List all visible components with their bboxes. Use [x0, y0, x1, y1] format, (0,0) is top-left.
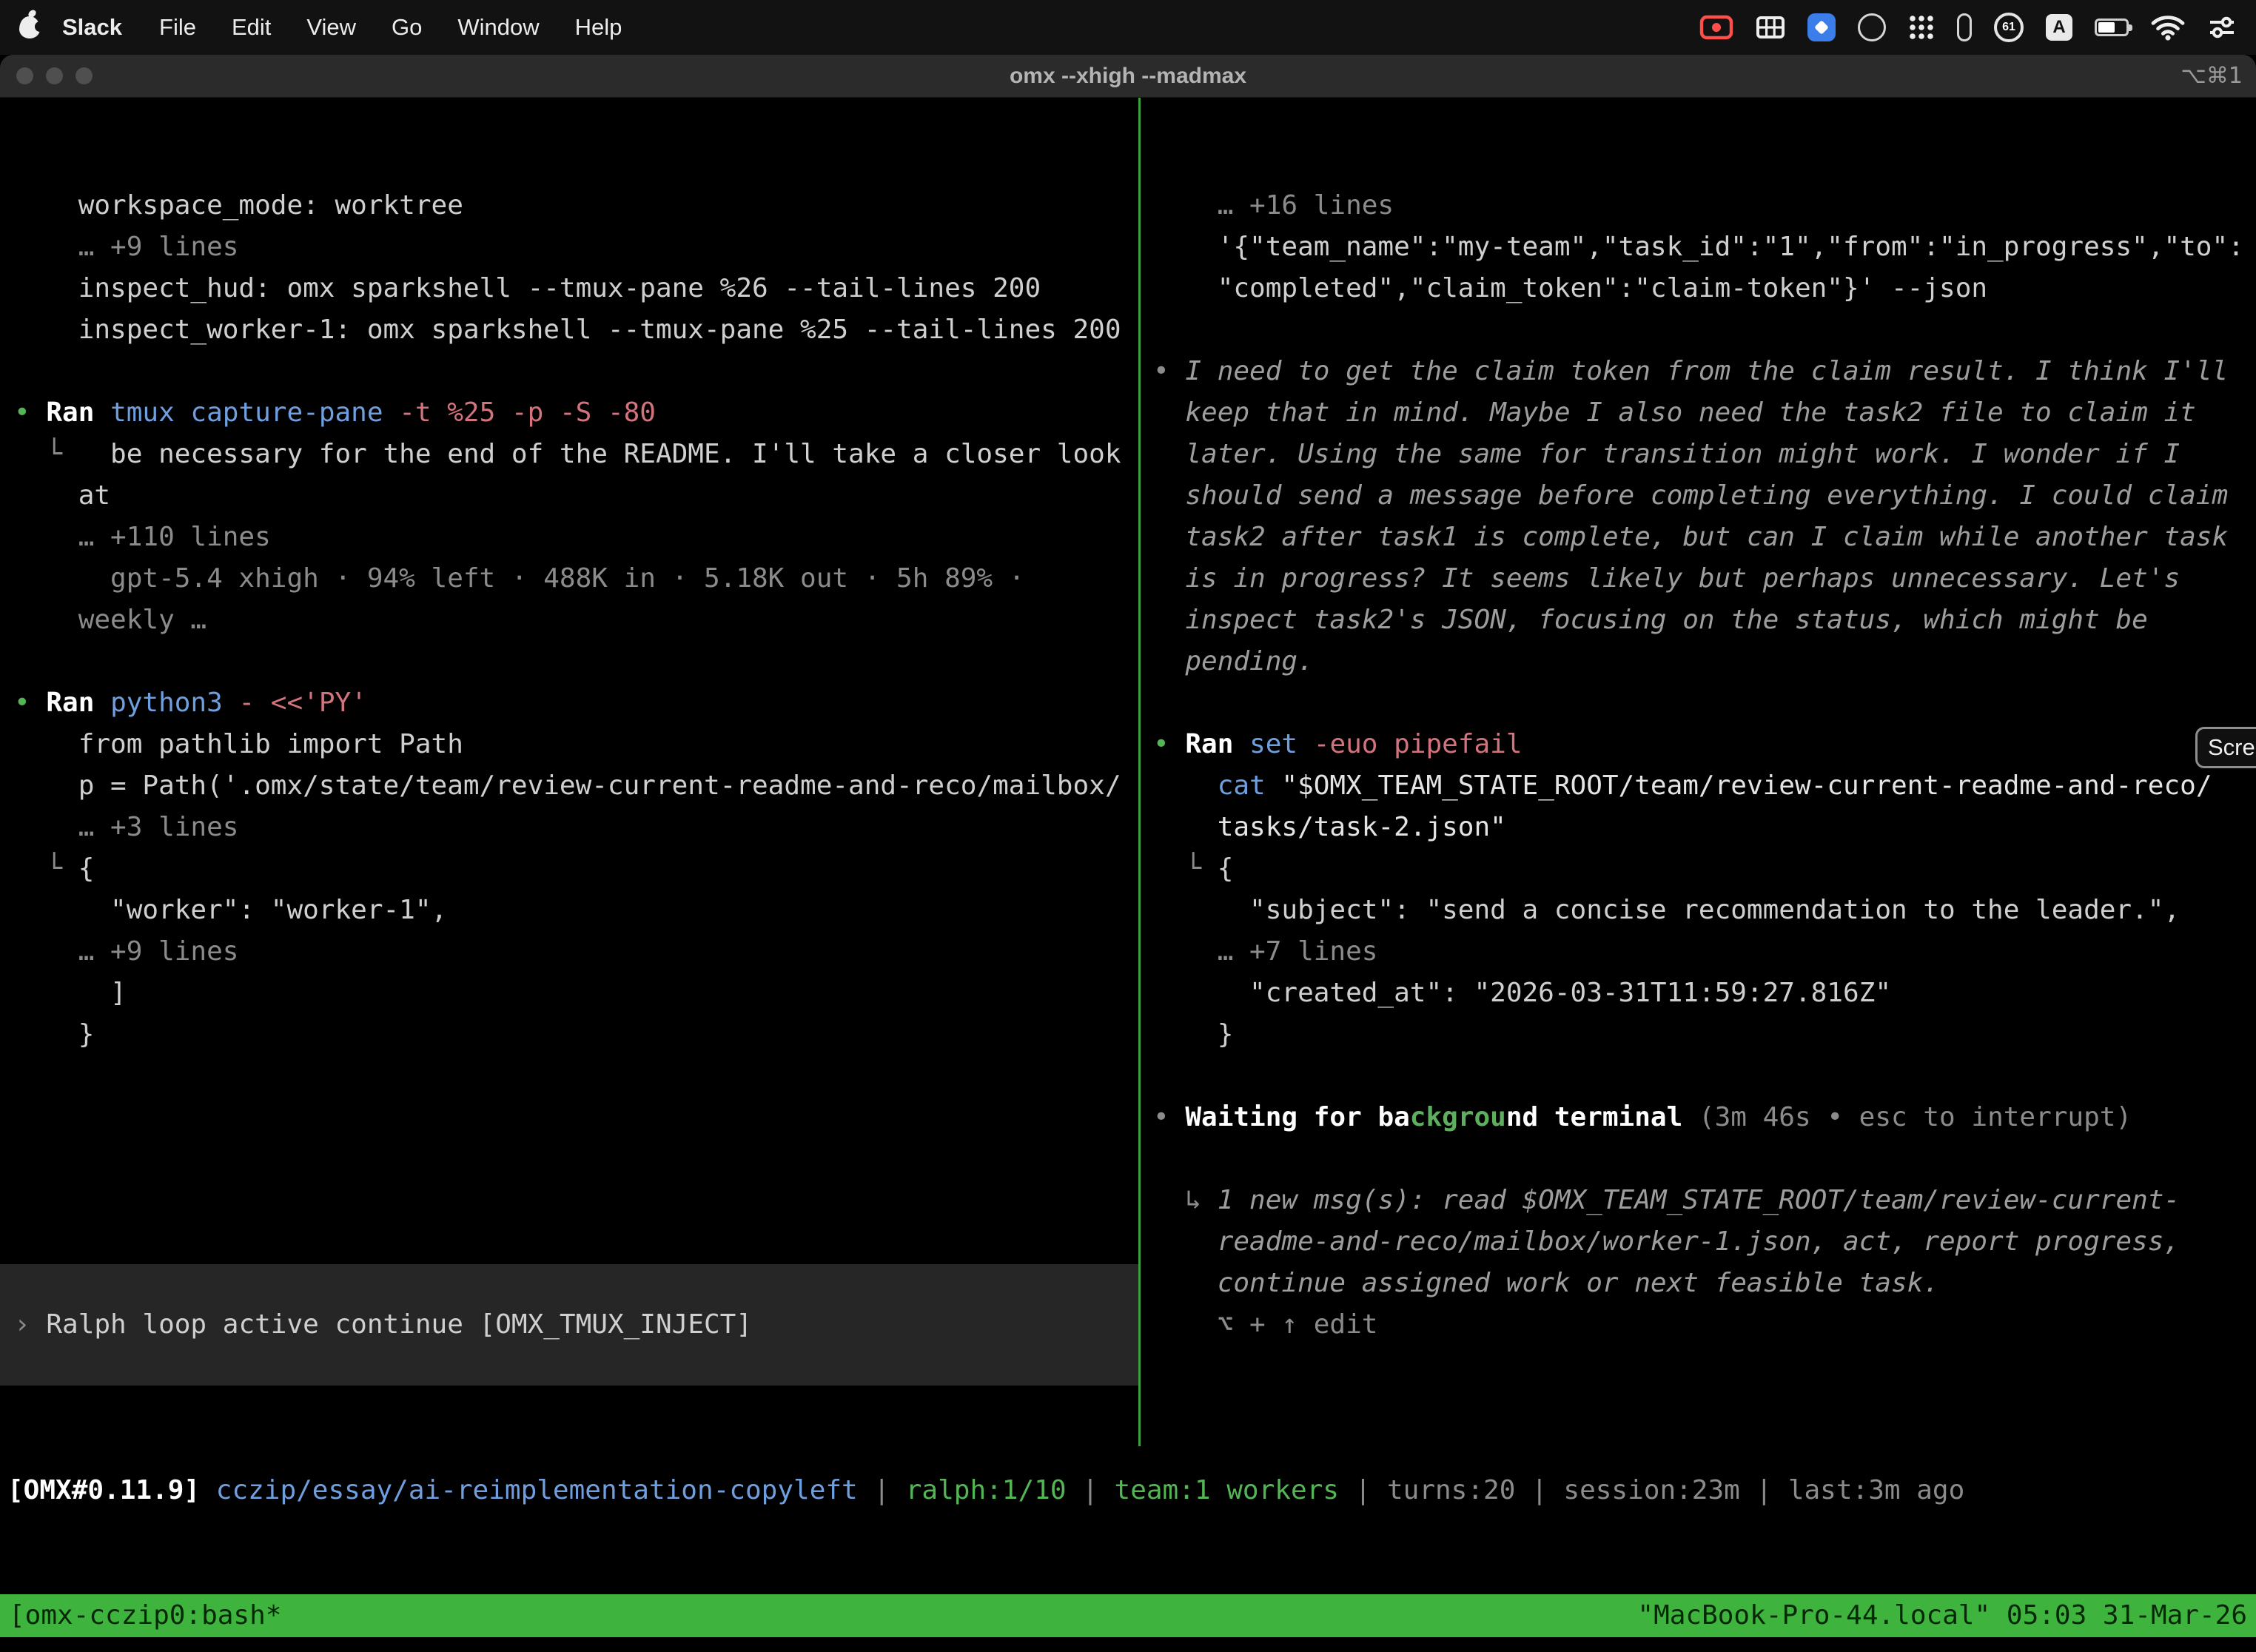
screenshot-overlay: Scre [2195, 727, 2256, 768]
terminal-line: should send a message before completing … [1153, 475, 2256, 517]
menu-bar-left: Slack File Edit View Go Window Help [19, 14, 639, 41]
terminal-line: … +9 lines [14, 226, 1138, 268]
tmux-host-clock: "MacBook-Pro-44.local" 05:03 31-Mar-26 [1637, 1595, 2247, 1636]
right-terminal-pane[interactable]: … +16 lines '{"team_name":"my-team","tas… [1141, 98, 2256, 1453]
terminal-line: • Ran set -euo pipefail [1153, 724, 2256, 765]
terminal-line: … +7 lines [1153, 931, 2256, 973]
left-transcript: workspace_mode: worktree … +9 lines insp… [14, 185, 1138, 1097]
battery-percentage-icon[interactable]: 61 [1994, 13, 2024, 42]
right-transcript: … +16 lines '{"team_name":"my-team","tas… [1153, 185, 2256, 1346]
terminal-line: … +9 lines [14, 931, 1138, 973]
menu-window[interactable]: Window [457, 14, 539, 41]
terminal-line: cat "$OMX_TEAM_STATE_ROOT/team/review-cu… [1153, 765, 2256, 807]
terminal-line: … +3 lines [14, 807, 1138, 848]
terminal-line: at [14, 475, 1138, 517]
zoom-button[interactable] [75, 67, 93, 84]
terminal-line [14, 641, 1138, 682]
terminal-line: '{"team_name":"my-team","task_id":"1","f… [1153, 226, 2256, 268]
menu-edit[interactable]: Edit [232, 14, 271, 41]
tmux-status-bar: [omx-cczip0:bash* "MacBook-Pro-44.local"… [0, 1594, 2256, 1637]
terminal-line: keep that in mind. Maybe I also need the… [1153, 392, 2256, 434]
minimize-button[interactable] [46, 67, 63, 84]
terminal-line [1153, 1138, 2256, 1180]
terminal-line: ] [14, 973, 1138, 1014]
terminal-line: inspect task2's JSON, focusing on the st… [1153, 600, 2256, 641]
omx-status-line: [OMX#0.11.9] cczip/essay/ai-reimplementa… [0, 1470, 2256, 1511]
battery-icon[interactable] [2095, 19, 2129, 36]
screen-recording-indicator-icon[interactable] [1699, 15, 1733, 40]
terminal-line: ↳ 1 new msg(s): read $OMX_TEAM_STATE_ROO… [1153, 1180, 2256, 1221]
menu-go[interactable]: Go [392, 14, 422, 41]
screenshot-overlay-label: Scre [2208, 727, 2255, 768]
terminal-line: "worker": "worker-1", [14, 890, 1138, 931]
window-controls [16, 55, 93, 97]
terminal-line: p = Path('.omx/state/team/review-current… [14, 765, 1138, 807]
terminal-line: • Waiting for background terminal (3m 46… [1153, 1097, 2256, 1138]
terminal-line: later. Using the same for transition mig… [1153, 434, 2256, 475]
apple-menu-icon[interactable] [19, 16, 40, 38]
terminal-line [1153, 682, 2256, 724]
terminal-line: weekly … [14, 600, 1138, 641]
terminal-line: └ be necessary for the end of the README… [14, 434, 1138, 475]
menu-bar: Slack File Edit View Go Window Help [0, 0, 2256, 55]
terminal-line: is in progress? It seems likely but perh… [1153, 558, 2256, 600]
terminal-line: └ { [14, 848, 1138, 890]
terminal-line [1153, 309, 2256, 351]
capsule-icon[interactable] [1957, 13, 1972, 41]
terminal-line: ⌥ + ↑ edit [1153, 1304, 2256, 1346]
terminal-line: … +110 lines [14, 517, 1138, 558]
menu-bar-status-icons: 61 A [1699, 13, 2237, 42]
ralph-notice-text: › Ralph loop active continue [OMX_TMUX_I… [14, 1304, 752, 1346]
menu-help[interactable]: Help [575, 14, 622, 41]
terminal-line [14, 351, 1138, 392]
terminal-line: "subject": "send a concise recommendatio… [1153, 890, 2256, 931]
terminal-line: "completed","claim_token":"claim-token"}… [1153, 268, 2256, 309]
left-terminal-pane[interactable]: workspace_mode: worktree … +9 lines insp… [0, 98, 1138, 1453]
terminal-line [14, 1055, 1138, 1097]
terminal-line: … +16 lines [1153, 185, 2256, 226]
terminal-line: inspect_hud: omx sparkshell --tmux-pane … [14, 268, 1138, 309]
terminal-line: continue assigned work or next feasible … [1153, 1263, 2256, 1304]
terminal-line [1153, 1055, 2256, 1097]
close-button[interactable] [16, 67, 33, 84]
terminal-line: task2 after task1 is complete, but can I… [1153, 517, 2256, 558]
terminal-line: from pathlib import Path [14, 724, 1138, 765]
terminal-line: inspect_worker-1: omx sparkshell --tmux-… [14, 309, 1138, 351]
terminal-line: } [1153, 1014, 2256, 1055]
terminal-line: tasks/task-2.json" [1153, 807, 2256, 848]
control-center-icon[interactable] [2207, 16, 2237, 38]
tmux-session-label: [omx-cczip0:bash* [9, 1595, 281, 1636]
menu-file[interactable]: File [159, 14, 196, 41]
app-grid-icon[interactable] [1908, 14, 1935, 41]
terminal-line: • Ran tmux capture-pane -t %25 -p -S -80 [14, 392, 1138, 434]
terminal-line: } [14, 1014, 1138, 1055]
terminal-line: gpt-5.4 xhigh · 94% left · 488K in · 5.1… [14, 558, 1138, 600]
terminal-line: └ { [1153, 848, 2256, 890]
menu-app-name[interactable]: Slack [62, 14, 122, 41]
terminal-line: • Ran python3 - <<'PY' [14, 682, 1138, 724]
input-source-label: A [2046, 14, 2072, 41]
terminal-content: workspace_mode: worktree … +9 lines insp… [0, 98, 2256, 1652]
window-shortcut-hint: ⌥⌘1 [2181, 63, 2243, 89]
window-title: omx --xhigh --madmax [1010, 64, 1246, 89]
window-titlebar[interactable]: omx --xhigh --madmax ⌥⌘1 [0, 55, 2256, 98]
screen: Slack File Edit View Go Window Help [0, 0, 2256, 1652]
terminal-line: workspace_mode: worktree [14, 185, 1138, 226]
grid-icon[interactable] [1756, 16, 1785, 39]
terminal-line: pending. [1153, 641, 2256, 682]
terminal-line: • I need to get the claim token from the… [1153, 351, 2256, 392]
terminal-line: readme-and-reco/mailbox/worker-1.json, a… [1153, 1221, 2256, 1263]
ralph-notice-bar: › Ralph loop active continue [OMX_TMUX_I… [0, 1264, 1138, 1386]
terminal-window: omx --xhigh --madmax ⌥⌘1 workspace_mode:… [0, 55, 2256, 1652]
wifi-icon[interactable] [2151, 14, 2185, 41]
raycast-icon[interactable] [1807, 13, 1836, 41]
input-source-icon[interactable]: A [2046, 14, 2072, 41]
terminal-line: "created_at": "2026-03-31T11:59:27.816Z" [1153, 973, 2256, 1014]
battery-percent-label: 61 [2002, 21, 2015, 33]
circle-app-icon[interactable] [1858, 13, 1886, 41]
menu-view[interactable]: View [306, 14, 356, 41]
